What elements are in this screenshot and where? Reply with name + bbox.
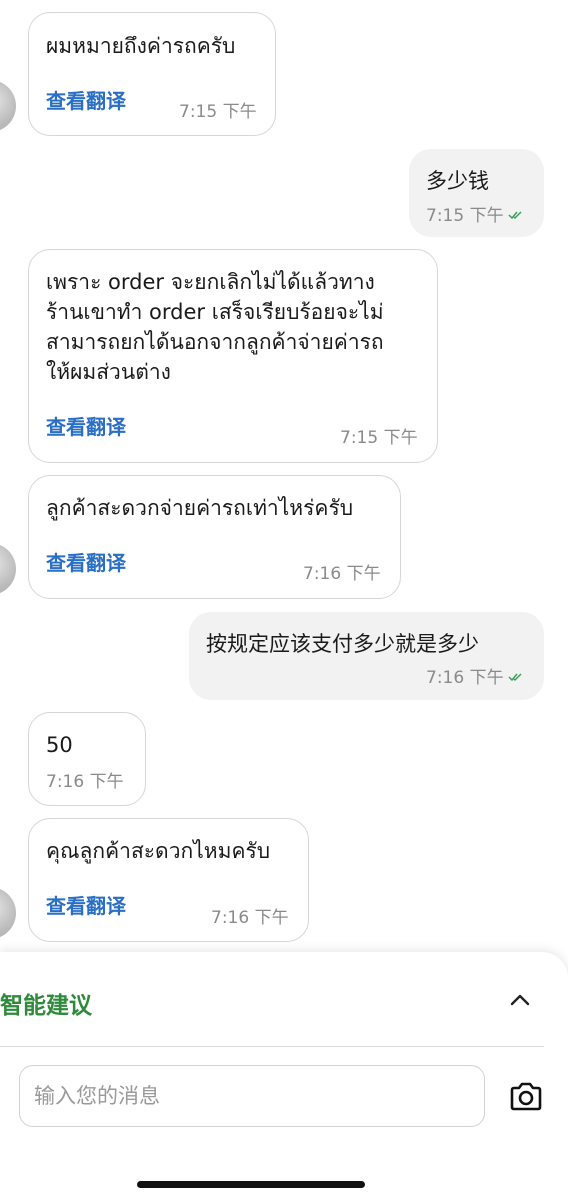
message-text: ลูกค้าสะดวกจ่ายค่ารถเท่าไหร่ครับ: [46, 496, 354, 520]
message-text: 多少钱: [426, 169, 489, 193]
message-input[interactable]: [19, 1065, 485, 1127]
message-timestamp: 7:16 下午: [426, 663, 524, 688]
smart-suggestions-panel: 智能建议: [0, 952, 568, 1199]
message-timestamp: 7:15 下午: [340, 428, 418, 448]
home-indicator: [137, 1181, 365, 1188]
chevron-up-icon[interactable]: [508, 990, 532, 1010]
view-translation-link[interactable]: 查看翻译: [46, 890, 126, 919]
read-check-icon: [508, 672, 522, 681]
message-text: 50: [46, 733, 73, 757]
view-translation-link[interactable]: 查看翻译: [46, 85, 126, 114]
message-text: คุณลูกค้าสะดวกไหมครับ: [46, 839, 271, 863]
smart-suggestions-title[interactable]: 智能建议: [0, 986, 92, 1020]
message-time-label: 7:16 下午: [426, 668, 504, 688]
message-text: 按规定应该支付多少就是多少: [206, 632, 479, 656]
view-translation-link[interactable]: 查看翻译: [46, 411, 126, 440]
message-timestamp: 7:16 下午: [303, 564, 381, 584]
chat-message-list[interactable]: ผมหมายถึงค่ารถครับ 查看翻译 7:15 下午 多少钱 7:15…: [0, 0, 568, 955]
message-timestamp: 7:15 下午: [426, 201, 524, 226]
message-bubble-incoming[interactable]: คุณลูกค้าสะดวกไหมครับ 查看翻译 7:16 下午: [28, 818, 309, 942]
message-time-label: 7:15 下午: [426, 206, 504, 226]
message-timestamp: 7:15 下午: [179, 102, 257, 122]
message-bubble-outgoing[interactable]: 按规定应该支付多少就是多少 7:16 下午: [189, 612, 544, 700]
message-timestamp: 7:16 下午: [46, 772, 124, 792]
view-translation-link[interactable]: 查看翻译: [46, 547, 126, 576]
contact-avatar[interactable]: [0, 80, 16, 132]
camera-icon[interactable]: [508, 1081, 544, 1113]
message-text: ผมหมายถึงค่ารถครับ: [46, 34, 236, 58]
contact-avatar[interactable]: [0, 543, 16, 595]
message-bubble-incoming[interactable]: ลูกค้าสะดวกจ่ายค่ารถเท่าไหร่ครับ 查看翻译 7:…: [28, 475, 401, 599]
message-bubble-outgoing[interactable]: 多少钱 7:15 下午: [409, 149, 544, 237]
read-check-icon: [508, 210, 522, 219]
contact-avatar[interactable]: [0, 887, 16, 939]
divider: [0, 1046, 544, 1047]
message-bubble-incoming[interactable]: 50 7:16 下午: [28, 712, 146, 806]
message-bubble-incoming[interactable]: เพราะ order จะยกเลิกไม่ได้แล้วทาง ร้านเข…: [28, 249, 438, 463]
message-bubble-incoming[interactable]: ผมหมายถึงค่ารถครับ 查看翻译 7:15 下午: [28, 12, 276, 136]
message-text: เพราะ order จะยกเลิกไม่ได้แล้วทาง ร้านเข…: [46, 270, 384, 384]
message-timestamp: 7:16 下午: [211, 908, 289, 928]
